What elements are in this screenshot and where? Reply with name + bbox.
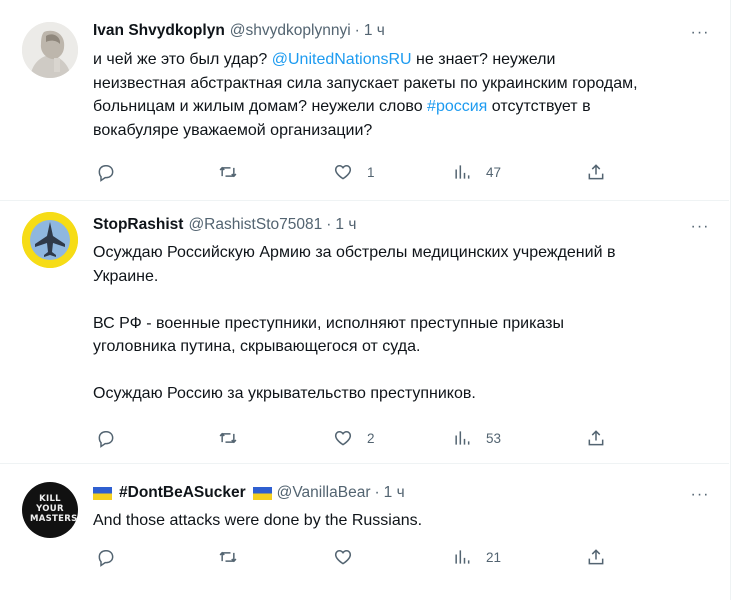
- like-count: 1: [367, 164, 375, 180]
- ukraine-flag-icon: [252, 486, 272, 500]
- tweet-text-line: Осуждаю Российскую Армию за обстрелы мед…: [93, 244, 616, 261]
- views-icon: [455, 550, 470, 564]
- separator-dot: ·: [326, 216, 332, 233]
- tweet-text-line: And those attacks were done by the Russi…: [93, 512, 423, 529]
- retweet-icon: [219, 551, 237, 563]
- views-icon: [455, 431, 470, 445]
- user-handle[interactable]: @RashistSto75081: [188, 216, 322, 234]
- tweet-header: #DontBeASucker @VanillaBear · 1 ч: [93, 482, 405, 504]
- share-button[interactable]: [586, 426, 606, 450]
- timestamp[interactable]: 1 ч: [335, 216, 356, 234]
- retweet-button[interactable]: [218, 160, 252, 184]
- share-button[interactable]: [586, 160, 606, 184]
- reply-button[interactable]: [96, 160, 130, 184]
- separator-dot: ·: [354, 22, 360, 39]
- like-icon: [334, 430, 352, 446]
- hashtag-link[interactable]: #россия: [427, 98, 487, 115]
- reply-icon: [98, 165, 114, 182]
- separator-dot: ·: [374, 484, 380, 501]
- action-bar: 1 47: [93, 160, 613, 184]
- retweet-button[interactable]: [218, 426, 252, 450]
- share-icon: [588, 430, 604, 446]
- reply-button[interactable]: [96, 426, 130, 450]
- avatar[interactable]: [22, 212, 78, 268]
- tweet-1[interactable]: Ivan Shvydkoplyn @shvydkoplynnyi · 1 ч ·…: [0, 0, 729, 201]
- mention-link[interactable]: @UnitedNationsRU: [272, 51, 412, 68]
- tweet-text-line: больницам и жилым домам? неужели слово #…: [93, 95, 703, 119]
- more-icon[interactable]: ···: [689, 484, 711, 506]
- timestamp[interactable]: 1 ч: [364, 22, 385, 40]
- avatar[interactable]: KILL YOUR MASTERS: [22, 482, 78, 538]
- like-button[interactable]: 1: [333, 160, 375, 184]
- tweet-text-line: Осуждаю Россию за укрывательство преступ…: [93, 385, 476, 402]
- share-icon: [588, 549, 604, 565]
- avatar-logo-text: KILL YOUR MASTERS: [30, 494, 78, 524]
- like-button[interactable]: 2: [333, 426, 375, 450]
- tweet-text-line: уголовника путина, скрывающегося от суда…: [93, 338, 421, 355]
- tweet-2[interactable]: StopRashist @RashistSto75081 · 1 ч ··· О…: [0, 200, 729, 464]
- views-count: 47: [486, 164, 502, 180]
- retweet-button[interactable]: [218, 545, 252, 569]
- tweet-text: And those attacks were done by the Russi…: [93, 509, 703, 533]
- tweet-text: и чей же это был удар? @UnitedNationsRU …: [93, 48, 703, 142]
- reply-button[interactable]: [96, 545, 130, 569]
- action-bar: 2 53: [93, 426, 613, 450]
- tweet-text-line: вокабуляре уважаемой организации?: [93, 121, 373, 139]
- display-name[interactable]: StopRashist: [93, 216, 183, 234]
- more-icon[interactable]: ···: [689, 216, 711, 238]
- reply-icon: [98, 431, 114, 448]
- like-button[interactable]: [333, 545, 367, 569]
- text-fragment: и чей же это был удар?: [93, 51, 272, 68]
- tweet-header: StopRashist @RashistSto75081 · 1 ч: [93, 214, 356, 236]
- tweet-text: Осуждаю Российскую Армию за обстрелы мед…: [93, 241, 703, 406]
- views-button[interactable]: 21: [452, 545, 501, 569]
- like-icon: [334, 549, 352, 565]
- more-icon[interactable]: ···: [689, 22, 711, 44]
- timestamp[interactable]: 1 ч: [384, 484, 405, 502]
- views-icon: [455, 165, 470, 179]
- user-handle[interactable]: @VanillaBear: [277, 484, 371, 502]
- tweet-text-line: ВС РФ - военные преступники, исполняют п…: [93, 314, 565, 332]
- reply-icon: [98, 550, 114, 567]
- action-bar: 21: [93, 545, 613, 569]
- avatar-jet-logo: [22, 212, 78, 268]
- avatar[interactable]: [22, 22, 78, 78]
- views-count: 53: [486, 430, 502, 446]
- views-count: 21: [486, 549, 502, 565]
- tweet-header: Ivan Shvydkoplyn @shvydkoplynnyi · 1 ч: [93, 20, 385, 42]
- tweet-3[interactable]: KILL YOUR MASTERS #DontBeASucker @Vanill…: [0, 463, 729, 600]
- avatar-photo: [22, 22, 78, 78]
- views-button[interactable]: 53: [452, 426, 501, 450]
- retweet-icon: [219, 432, 237, 444]
- display-name[interactable]: Ivan Shvydkoplyn: [93, 22, 225, 40]
- like-icon: [334, 164, 352, 180]
- timeline-border: [730, 0, 731, 600]
- retweet-icon: [219, 166, 237, 178]
- tweet-text-line: и чей же это был удар? @UnitedNationsRU …: [93, 48, 703, 72]
- share-icon: [588, 164, 604, 180]
- text-fragment: не знает? неужели: [411, 51, 556, 68]
- text-fragment: больницам и жилым домам? неужели слово: [93, 98, 428, 115]
- tweet-text-line: Украине.: [93, 267, 159, 285]
- views-button[interactable]: 47: [452, 160, 501, 184]
- text-fragment: отсутствует в: [487, 98, 591, 115]
- share-button[interactable]: [586, 545, 606, 569]
- user-handle[interactable]: @shvydkoplynnyi: [230, 22, 351, 40]
- ukraine-flag-icon: [93, 486, 112, 500]
- like-count: 2: [367, 430, 375, 446]
- tweet-text-line: неизвестная абстрактная сила запускает р…: [93, 74, 638, 92]
- display-name[interactable]: #DontBeASucker: [119, 484, 246, 502]
